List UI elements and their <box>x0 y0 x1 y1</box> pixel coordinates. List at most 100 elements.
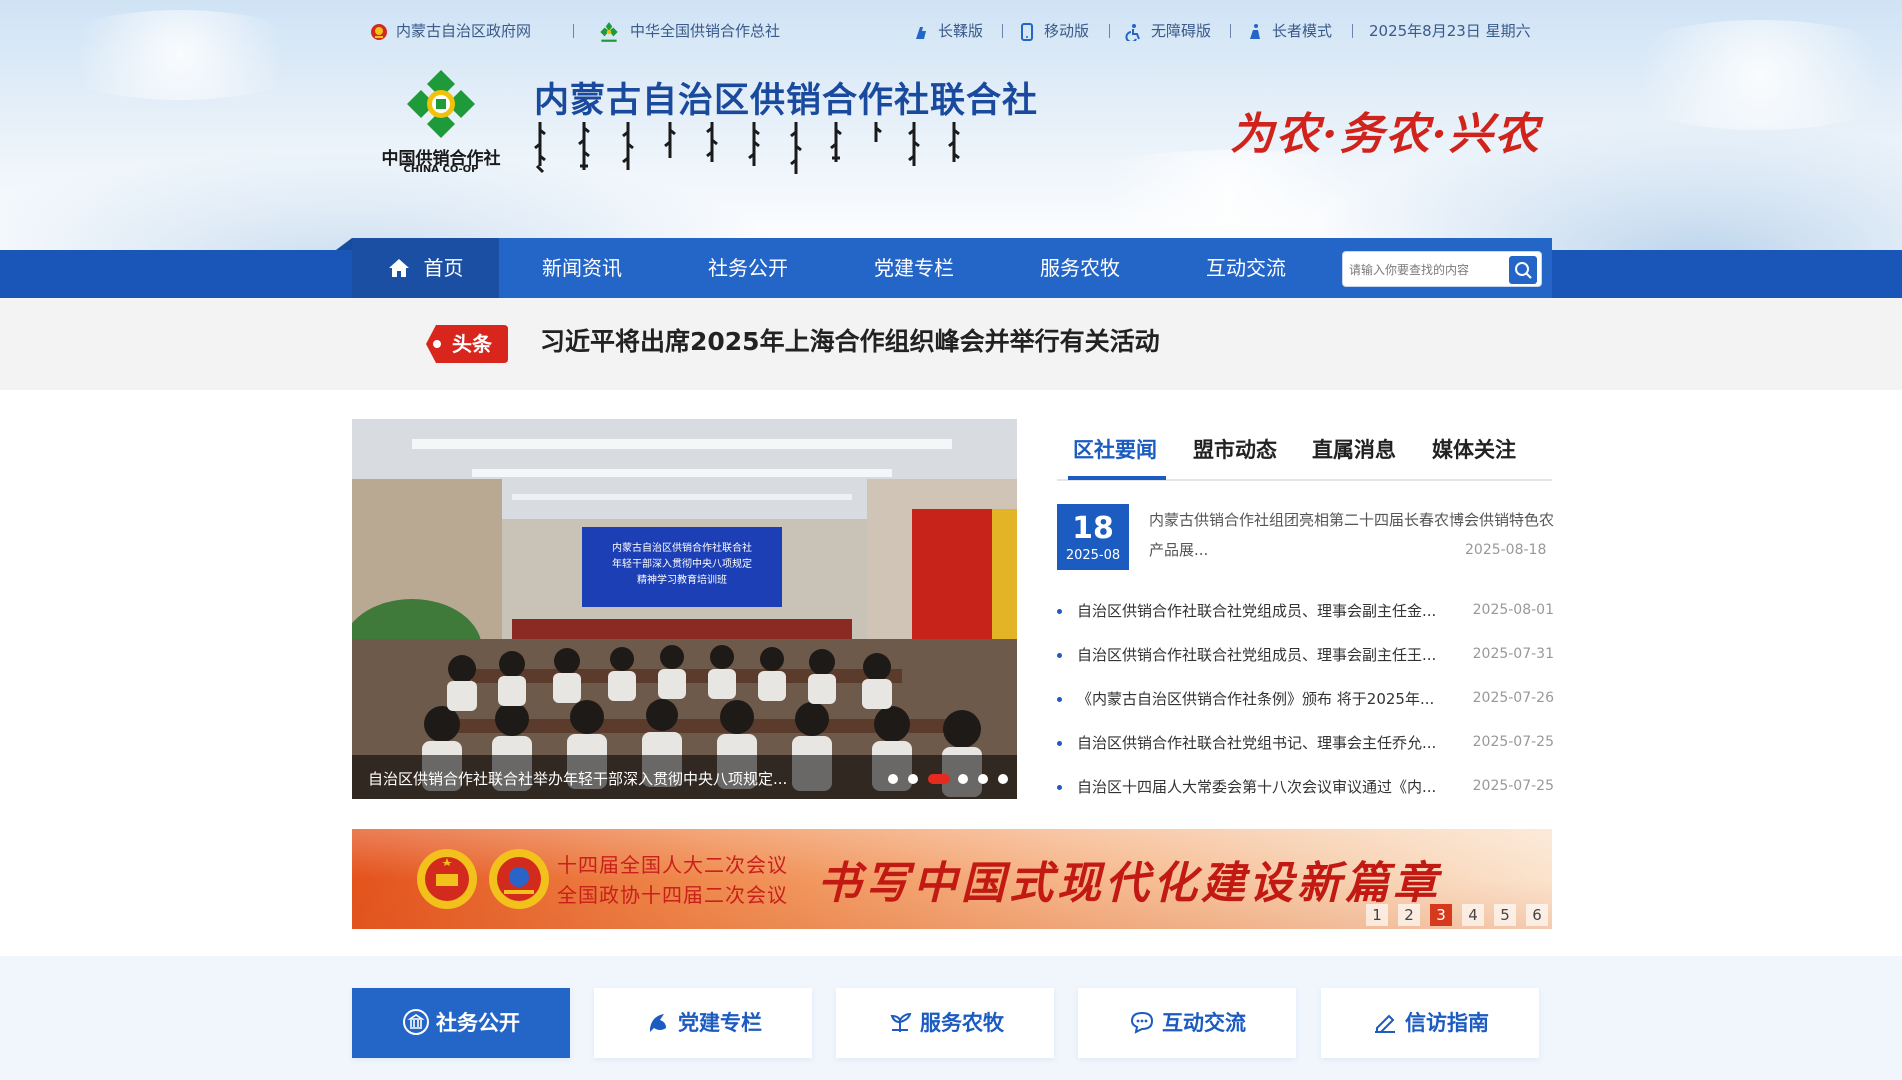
mongolian-version-link[interactable]: 长鞣版 <box>912 18 983 44</box>
mongolian-glyph <box>534 122 546 174</box>
banner-line-2: 全国政协十四届二次会议 <box>557 883 788 907</box>
divider <box>1002 24 1003 38</box>
bullet <box>1057 697 1062 702</box>
pager-page[interactable]: 1 <box>1366 904 1388 926</box>
news-date: 2025-07-26 <box>1472 690 1554 706</box>
national-emblem-icon <box>371 23 387 40</box>
news-title[interactable]: 自治区供销合作社联合社党组成员、理事会副主任金... <box>1077 598 1467 624</box>
news-title[interactable]: 自治区供销合作社联合社党组成员、理事会副主任王... <box>1077 642 1467 668</box>
carousel-dot[interactable] <box>958 774 968 784</box>
coop-emblem-icon <box>407 70 475 138</box>
pager-page[interactable]: 5 <box>1494 904 1516 926</box>
news-list-item[interactable]: 自治区供销合作社联合社党组书记、理事会主任乔允... 2025-07-25 <box>1057 730 1554 756</box>
chat-icon <box>1130 1011 1154 1034</box>
china-coop-logo[interactable]: 中国供销合作社 CHINA CO-OP <box>380 68 502 178</box>
banner-line-1: 十四届全国人大二次会议 <box>557 853 788 877</box>
quick-link-interaction[interactable]: 互动交流 <box>1078 988 1296 1058</box>
pager-page[interactable]: 2 <box>1398 904 1420 926</box>
news-list-item[interactable]: 自治区供销合作社联合社党组成员、理事会副主任金... 2025-08-01 <box>1057 598 1554 624</box>
current-date: 2025年8月23日 星期六 <box>1369 22 1531 40</box>
headline-link[interactable]: 习近平将出席2025年上海合作组织峰会并举行有关活动 <box>540 320 1160 364</box>
divider <box>573 24 574 38</box>
accessible-version-link[interactable]: 无障碍版 <box>1125 18 1211 44</box>
mongolian-glyph <box>578 122 590 170</box>
svg-text:精神学习教育培训班: 精神学习教育培训班 <box>637 573 727 586</box>
news-date: 2025-07-31 <box>1472 646 1554 662</box>
elder-mode-icon <box>1250 23 1260 39</box>
pager-page[interactable]: 6 <box>1526 904 1548 926</box>
nav-item-services[interactable]: 服务农牧 <box>1040 238 1120 298</box>
tab-league-city[interactable]: 盟市动态 <box>1193 430 1277 470</box>
mobile-version-link[interactable]: 移动版 <box>1018 18 1089 44</box>
building-icon <box>403 1008 429 1035</box>
quick-link-label: 社务公开 <box>436 1011 520 1035</box>
svg-text:内蒙古自治区供销合作社联合社: 内蒙古自治区供销合作社联合社 <box>612 541 752 554</box>
news-title[interactable]: 自治区供销合作社联合社党组书记、理事会主任乔允... <box>1077 730 1467 756</box>
tab-media[interactable]: 媒体关注 <box>1432 430 1516 470</box>
headline-tag-label: 头条 <box>452 332 492 356</box>
mobile-version-label: 移动版 <box>1044 22 1090 40</box>
news-date: 2025-07-25 <box>1472 778 1554 794</box>
featured-news-date: 2025-08-18 <box>1465 542 1547 558</box>
mongolian-glyph <box>622 122 634 170</box>
pager-page[interactable]: 4 <box>1462 904 1484 926</box>
bullet <box>1057 741 1062 746</box>
nav-item-interaction[interactable]: 互动交流 <box>1206 238 1286 298</box>
carousel-dot[interactable] <box>978 774 988 784</box>
home-icon <box>388 258 409 277</box>
featured-date-badge: 18 2025-08 <box>1057 504 1129 570</box>
search-box <box>1342 251 1542 287</box>
nav-item-party[interactable]: 党建专栏 <box>874 238 954 298</box>
news-carousel[interactable]: 内蒙古自治区供销合作社联合社 年轻干部深入贯彻中央八项规定 精神学习教育培训班 <box>352 419 1017 799</box>
carousel-dot[interactable] <box>908 774 918 784</box>
quick-link-affairs[interactable]: 社务公开 <box>352 988 570 1058</box>
quick-link-party[interactable]: 党建专栏 <box>594 988 812 1058</box>
logo-en-text: CHINA CO-OP <box>403 164 479 175</box>
divider <box>1109 24 1110 38</box>
nav-item-home[interactable]: 首页 <box>352 238 499 298</box>
nav-corner-decoration <box>336 238 352 250</box>
coop-site-link-label: 中华全国供销合作总社 <box>630 22 781 40</box>
elder-mode-label: 长者模式 <box>1272 22 1333 40</box>
national-emblem-icon <box>417 849 477 909</box>
featured-year-month: 2025-08 <box>1065 548 1121 563</box>
quick-link-service[interactable]: 服务农牧 <box>836 988 1054 1058</box>
tab-direct-news[interactable]: 直属消息 <box>1312 430 1396 470</box>
mongolian-glyph <box>790 122 802 174</box>
news-list-item[interactable]: 自治区十四届人大常委会第十八次会议审议通过《内... 2025-07-25 <box>1057 774 1554 800</box>
news-list-item[interactable]: 自治区供销合作社联合社党组成员、理事会副主任王... 2025-07-31 <box>1057 642 1554 668</box>
cppcc-emblem-icon <box>489 849 549 909</box>
elder-mode-link[interactable]: 长者模式 <box>1246 18 1332 44</box>
nav-item-affairs[interactable]: 社务公开 <box>708 238 788 298</box>
promo-banner[interactable]: 十四届全国人大二次会议 全国政协十四届二次会议 书写中国式现代化建设新篇章 1 … <box>352 829 1552 929</box>
active-tab-indicator <box>1068 476 1166 480</box>
mongolian-glyph <box>948 122 960 162</box>
background-cloud <box>1050 150 1410 230</box>
mongolian-glyph <box>664 122 676 158</box>
search-input[interactable] <box>1349 256 1499 284</box>
accessibility-icon <box>1125 23 1140 41</box>
news-title[interactable]: 自治区十四届人大常委会第十八次会议审议通过《内... <box>1077 774 1467 800</box>
carousel-caption[interactable]: 自治区供销合作社联合社举办年轻干部深入贯彻中央八项规定... <box>368 768 787 789</box>
coop-site-link[interactable]: 中华全国供销合作总社 <box>596 18 780 44</box>
featured-day: 18 <box>1072 511 1114 546</box>
quick-link-petition[interactable]: 信访指南 <box>1321 988 1539 1058</box>
carousel-dot[interactable] <box>888 774 898 784</box>
headline-tag: 头条 <box>426 325 508 363</box>
pager-page-active[interactable]: 3 <box>1430 904 1452 926</box>
news-list-item[interactable]: 《内蒙古自治区供销合作社条例》颁布 将于2025年... 2025-07-26 <box>1057 686 1554 712</box>
news-title[interactable]: 《内蒙古自治区供销合作社条例》颁布 将于2025年... <box>1077 686 1467 712</box>
main-nav: 首页 新闻资讯 社务公开 党建专栏 服务农牧 互动交流 <box>352 238 1552 298</box>
carousel-dot[interactable] <box>998 774 1008 784</box>
party-emblem-icon <box>650 1013 666 1032</box>
gov-site-link[interactable]: 内蒙古自治区政府网 <box>370 18 531 44</box>
search-button[interactable] <box>1509 256 1537 284</box>
carousel-dot-active[interactable] <box>928 774 950 784</box>
nav-item-news[interactable]: 新闻资讯 <box>542 238 622 298</box>
search-icon <box>1515 262 1532 279</box>
mongolian-glyph <box>706 122 718 162</box>
mongolian-script-title <box>534 122 994 178</box>
tab-district-news[interactable]: 区社要闻 <box>1073 430 1157 470</box>
top-utility-bar: 内蒙古自治区政府网 中华全国供销合作总社 长鞣版 移动版 无障碍版 长者模式 2… <box>0 18 1902 44</box>
news-date: 2025-07-25 <box>1472 734 1554 750</box>
